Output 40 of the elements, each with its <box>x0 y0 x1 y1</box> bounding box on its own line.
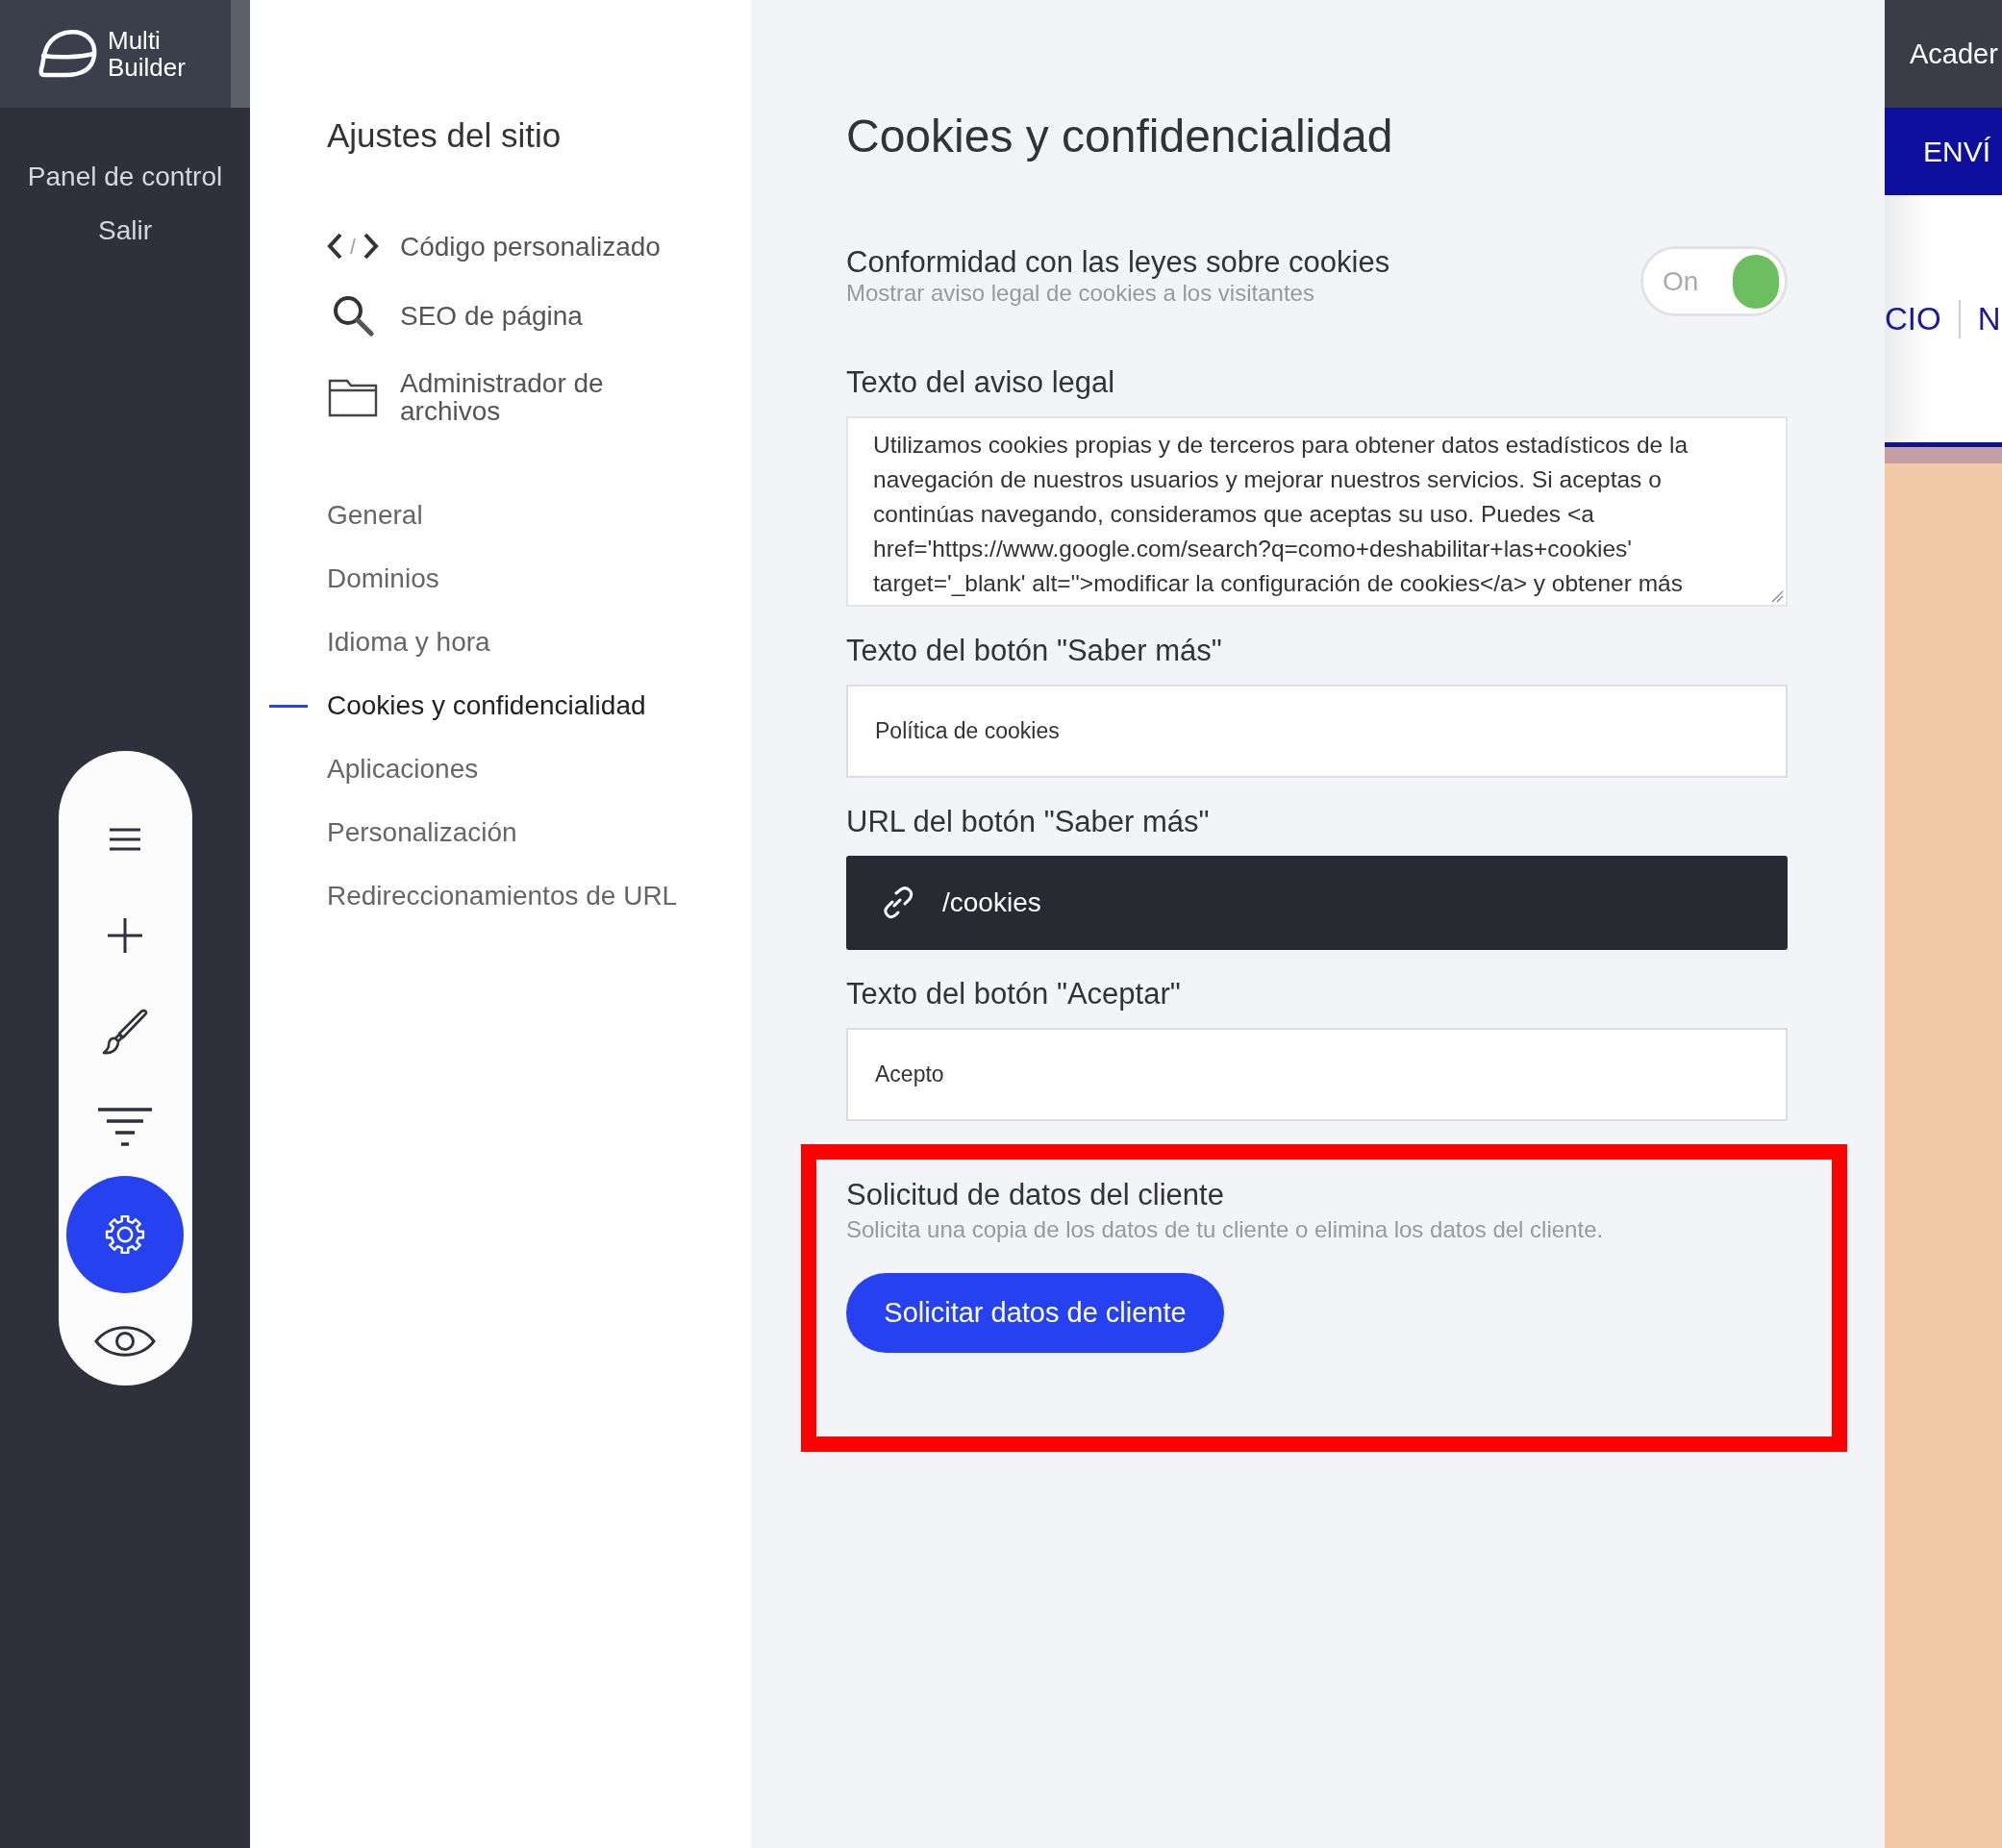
preview-header-text: Acader <box>1910 37 1998 70</box>
eye-icon <box>94 1323 156 1360</box>
settings-link[interactable]: Código personalizado <box>327 231 751 262</box>
settings-section-link[interactable]: Idioma y hora <box>327 625 751 660</box>
panel-title: Ajustes del sitio <box>327 115 563 156</box>
preview-banner-text: ENVÍ <box>1923 135 1991 168</box>
sidebar-link[interactable]: Panel de control <box>27 162 223 192</box>
settings-section-link[interactable]: Personalización <box>327 815 751 850</box>
input-field[interactable]: Acepto <box>846 1028 1788 1121</box>
setting-description: Mostrar aviso legal de cookies a los visitantes <box>846 279 1315 308</box>
plus-icon <box>108 918 142 953</box>
code-icon <box>327 231 379 262</box>
sidebar-link[interactable]: Salir <box>98 215 152 246</box>
section-description: Solicita una copia de los datos de tu cliente o elimina los datos del cliente. <box>846 1215 1604 1244</box>
settings-section-link[interactable]: Aplicaciones <box>327 752 751 787</box>
request-data-button[interactable]: Solicitar datos de cliente <box>846 1273 1224 1353</box>
settings-section-link[interactable]: Redireccionamientos de URL <box>327 879 751 913</box>
settings-section-link[interactable]: General <box>327 498 751 533</box>
folder-icon <box>327 377 379 417</box>
field-label: URL del botón "Saber más" <box>846 804 1211 840</box>
link-icon <box>881 887 913 919</box>
input-field[interactable]: Política de cookies <box>846 685 1788 778</box>
url-field[interactable]: /cookies <box>846 856 1788 950</box>
page-title: Cookies y confidencialidad <box>846 110 1394 163</box>
settings-link[interactable]: SEO de página <box>327 294 751 337</box>
section-title: Solicitud de datos del cliente <box>846 1179 1224 1211</box>
resize-grip-icon <box>1770 589 1784 603</box>
field-label: Texto del botón "Saber más" <box>846 633 1223 669</box>
settings-section-link[interactable]: Cookies y confidencialidad <box>327 688 751 723</box>
text-area[interactable]: Utilizamos cookies propias y de terceros para obtener datos estadísticos de la navegación de nuestros usuarios y mejorar nuestros servicios. Si aceptas o continúas navegando, consideramos que aceptas su uso. Puedes <a href='https://www.google.com/search?q=como+deshabilitar+las+cookies' target='_blank' alt=''>modificar la configuración de cookies</a> y obtener más <box>846 416 1788 607</box>
settings-section-link[interactable]: Dominios <box>327 562 751 596</box>
brush-icon <box>102 1009 148 1055</box>
filter-icon <box>98 1108 152 1148</box>
setting-title: Conformidad con las leyes sobre cookies <box>846 246 1390 279</box>
field-label: Texto del aviso legal <box>846 364 1116 401</box>
field-label: Texto del botón "Aceptar" <box>846 976 1182 1012</box>
brand-name: Multi Builder <box>108 27 186 81</box>
selection-indicator <box>269 705 308 708</box>
settings-link[interactable]: Administrador de archivos <box>327 369 751 425</box>
menu-icon <box>109 827 141 852</box>
